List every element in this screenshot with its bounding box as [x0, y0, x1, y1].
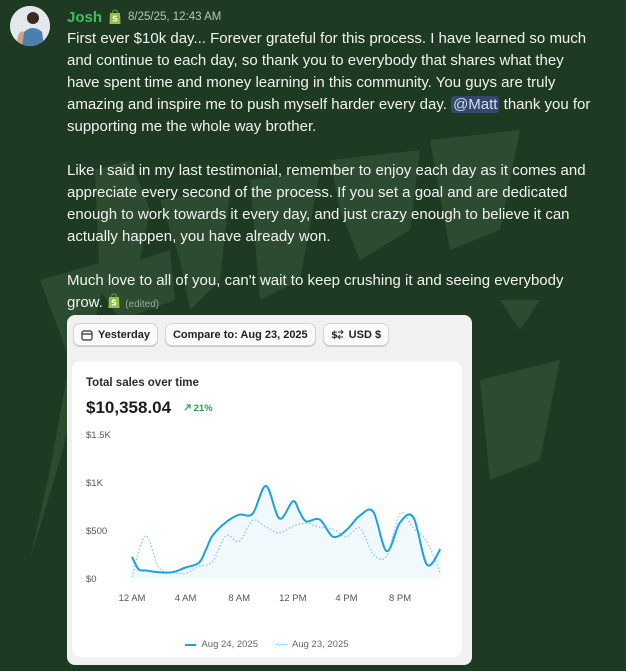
svg-text:$: $: [331, 330, 338, 340]
x-tick-label: 12 PM: [279, 593, 307, 604]
legend-item-compare[interactable]: Aug 23, 2025: [276, 639, 349, 650]
message-paragraph-1: First ever $10k day... Forever grateful …: [67, 28, 597, 138]
x-tick-label: 8 AM: [228, 593, 250, 604]
message-content: First ever $10k day... Forever grateful …: [67, 28, 597, 316]
legend-label: Aug 23, 2025: [292, 639, 349, 650]
date-filter-button[interactable]: Yesterday: [73, 323, 158, 346]
sales-chart-card: Total sales over time $10,358.04 21% $1.…: [72, 361, 462, 657]
series-area-aug-24: [132, 485, 441, 579]
message-timestamp[interactable]: 8/25/25, 12:43 AM: [128, 11, 221, 23]
svg-text:S: S: [111, 299, 117, 308]
x-tick-label: 4 AM: [175, 593, 197, 604]
message-header: Josh S 8/25/25, 12:43 AM: [67, 7, 221, 27]
chart-legend: Aug 24, 2025 Aug 23, 2025: [72, 639, 462, 650]
shopify-bag-icon: S: [108, 293, 120, 308]
legend-label: Aug 24, 2025: [201, 639, 258, 650]
compare-filter-label: Compare to: Aug 23, 2025: [172, 328, 308, 341]
y-tick-label: $0: [86, 574, 97, 585]
svg-text:S: S: [112, 15, 118, 24]
username[interactable]: Josh: [67, 9, 102, 26]
filter-bar: Yesterday Compare to: Aug 23, 2025 $ USD…: [73, 323, 390, 346]
y-tick-label: $1.5K: [86, 430, 111, 441]
date-filter-label: Yesterday: [98, 328, 150, 341]
avatar[interactable]: [10, 6, 50, 46]
calendar-icon: [81, 329, 93, 341]
x-tick-label: 4 PM: [335, 593, 357, 604]
image-attachment[interactable]: Yesterday Compare to: Aug 23, 2025 $ USD…: [67, 315, 472, 665]
compare-filter-button[interactable]: Compare to: Aug 23, 2025: [164, 323, 316, 346]
y-tick-label: $500: [86, 526, 107, 537]
currency-filter-button[interactable]: $ USD $: [322, 323, 390, 346]
edited-label: (edited): [125, 299, 160, 310]
message-paragraph-3: Much love to all of you, can't wait to k…: [67, 270, 597, 316]
y-tick-label: $1K: [86, 478, 104, 489]
currency-filter-label: USD $: [348, 328, 382, 341]
legend-swatch-dotted: [276, 644, 287, 645]
legend-item-current[interactable]: Aug 24, 2025: [185, 639, 258, 650]
user-mention[interactable]: @Matt: [451, 96, 500, 113]
avatar-photo: [10, 6, 50, 46]
message-paragraph-2: Like I said in my last testimonial, reme…: [67, 162, 586, 245]
sales-line-chart: $1.5K $1K $500 $0 12 AM 4 AM 8 AM 12 PM 4 PM 8 PM: [86, 430, 442, 604]
currency-exchange-icon: $: [331, 329, 344, 340]
x-tick-label: 12 AM: [119, 593, 146, 604]
x-tick-label: 8 PM: [389, 593, 411, 604]
legend-swatch-solid: [185, 643, 197, 646]
shopify-bag-icon[interactable]: S: [108, 9, 122, 25]
